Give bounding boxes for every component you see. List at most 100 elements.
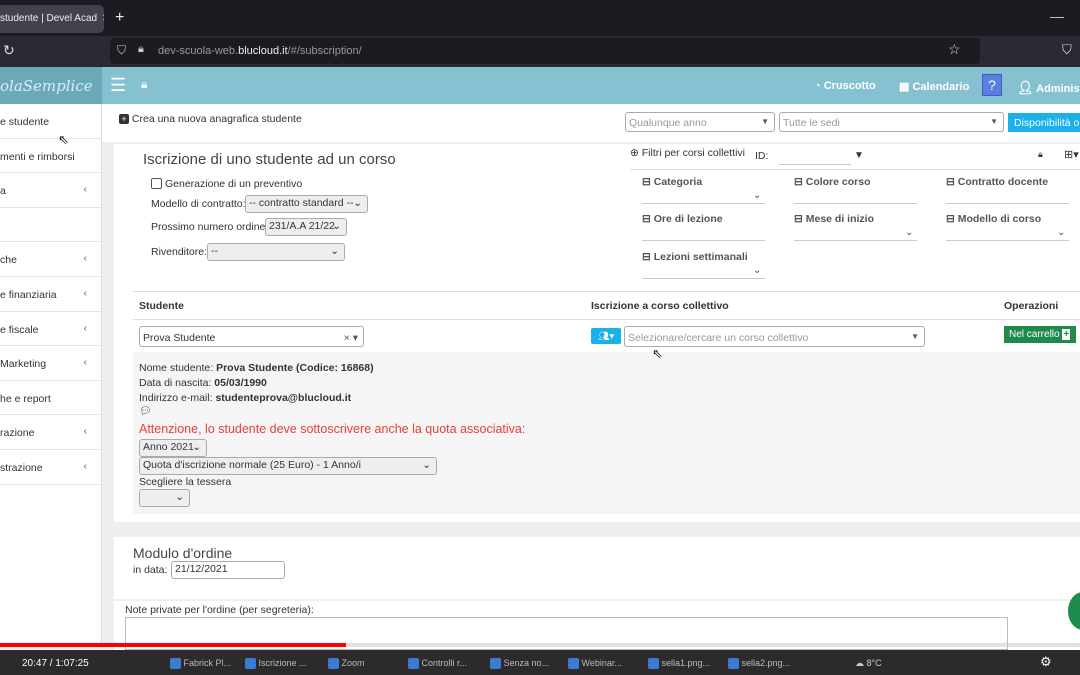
calendar-link[interactable]: ▦ Calendario (899, 80, 969, 93)
sidebar-item-label: e fiscale (0, 323, 39, 336)
taskbar-item[interactable]: Iscrizione ... (245, 658, 307, 670)
filter-5[interactable]: ⊟ Modello di corso (946, 213, 1041, 225)
sidebar-item[interactable] (0, 208, 101, 243)
divider (133, 291, 1080, 292)
new-tab-button[interactable]: + (115, 9, 124, 27)
column-student: Studente (139, 300, 184, 312)
taskbar-item[interactable]: sella1.png... (648, 658, 710, 670)
add-menu-icon[interactable]: ⊞▾ (1064, 148, 1079, 161)
help-button[interactable]: ? (982, 74, 1002, 96)
sidebar-item[interactable]: Marketing ‹ (0, 346, 101, 381)
order-number-select[interactable]: 231/A.A 21/22 ⌄ (265, 218, 347, 236)
sidebar-item[interactable]: menti e rimborsi (0, 139, 101, 174)
user-icon: 👤︎ (1017, 80, 1034, 95)
close-tab-icon[interactable]: ✕ (102, 13, 104, 24)
filter-input[interactable] (642, 278, 765, 279)
sidebar-item-label: a (0, 185, 6, 198)
filter-0[interactable]: ⊟ Categoria (642, 176, 702, 188)
collapse-icon: ⊟ (794, 213, 803, 225)
sidebar-item[interactable]: razione ‹ (0, 415, 101, 450)
taskbar: 20:47 / 1:07:25 ☁ 8°C ⚙ Fabrick Pl... Is… (0, 650, 1080, 675)
lock-icon[interactable]: 🔒︎ (1038, 149, 1043, 160)
lock-icon[interactable]: 🔒︎ (141, 77, 147, 92)
divider (630, 169, 1080, 170)
sidebar-item[interactable]: e finanziaria ‹ (0, 277, 101, 312)
filter-4[interactable]: ⊟ Mese di inizio (794, 213, 874, 225)
mouse-cursor-icon: ⇖ (58, 132, 69, 147)
sidebar-item[interactable]: che ‹ (0, 242, 101, 277)
reseller-select[interactable]: -- ⌄ (207, 243, 345, 261)
filter-3[interactable]: ⊟ Ore di lezione (642, 213, 723, 225)
collective-filters-toggle[interactable]: ⊕ Filtri per corsi collettivi (630, 147, 745, 159)
membership-fee-select[interactable]: Quota d'iscrizione normale (25 Euro) - 1… (139, 457, 437, 475)
lock-icon[interactable]: 🔒︎ (138, 43, 144, 56)
year-filter-select[interactable]: Qualunque anno ▼ (625, 112, 775, 132)
column-course: Iscrizione a corso collettivo (591, 300, 729, 312)
taskbar-item[interactable]: Webinar... (568, 658, 622, 670)
chevron-down-icon[interactable]: ⌄ (753, 190, 761, 201)
filter-input[interactable] (794, 203, 917, 204)
reload-icon[interactable]: ↻ (3, 42, 15, 59)
filter-1[interactable]: ⊟ Colore corso (794, 176, 871, 188)
shield-icon[interactable]: ⛉ (117, 43, 126, 58)
settings-gear-icon[interactable]: ⚙ (1040, 654, 1052, 670)
filter-6[interactable]: ⊟ Lezioni settimanali (642, 251, 748, 263)
student-email: studenteprova@blucloud.it (215, 392, 352, 404)
chevron-left-icon: ‹ (83, 356, 88, 369)
app-logo[interactable]: olaSemplice (0, 67, 102, 104)
taskbar-item[interactable]: Controlli r... (408, 658, 467, 670)
sidebar-item[interactable]: strazione ‹ (0, 450, 101, 485)
filter-input[interactable] (642, 203, 765, 204)
filter-icon[interactable]: ▼ (854, 150, 864, 161)
membership-warning: Attenzione, lo studente deve sottoscrive… (139, 422, 526, 436)
browser-tab[interactable]: studente | Devel Acad ✕ (0, 5, 104, 33)
taskbar-item[interactable]: sella2.png... (728, 658, 790, 670)
sidebar-item-label: e finanziaria (0, 288, 57, 301)
plus-circle-icon: ⊕ (630, 147, 639, 159)
chevron-down-icon[interactable]: ⌄ (905, 227, 913, 238)
course-search-select[interactable]: Selezionare/cercare un corso collettivo ▼ (624, 326, 925, 347)
collapse-icon: ⊟ (642, 213, 651, 225)
filter-input[interactable] (946, 203, 1069, 204)
tab-title: studente | Devel Acad (0, 13, 98, 24)
sites-filter-select[interactable]: Tutte le sedi ▼ (779, 112, 1004, 132)
order-date-input[interactable]: 21/12/2021 (171, 561, 285, 579)
sidebar: e studente menti e rimborsi a ‹ che ‹ e finanz… (0, 104, 102, 645)
chevron-left-icon: ‹ (83, 252, 88, 265)
filter-2[interactable]: ⊟ Contratto docente (946, 176, 1048, 188)
comment-icon[interactable]: 💬︎ (139, 406, 152, 417)
sidebar-item-label: he e report (0, 392, 51, 405)
sidebar-item[interactable]: e studente (0, 104, 101, 139)
bookmark-star-icon[interactable]: ☆ (948, 41, 961, 58)
chevron-down-icon[interactable]: ⌄ (1057, 227, 1065, 238)
sidebar-item[interactable]: he e report (0, 381, 101, 416)
availability-button[interactable]: Disponibilità o (1008, 113, 1080, 132)
chevron-down-icon[interactable]: ⌄ (753, 265, 761, 276)
minimize-icon[interactable]: — (1050, 8, 1064, 24)
taskbar-item[interactable]: Fabrick Pl... (170, 658, 231, 670)
filter-input[interactable] (946, 240, 1069, 241)
new-student-link[interactable]: + Crea una nuova anagrafica studente (119, 113, 302, 125)
address-bar[interactable]: dev-scuola-web.blucloud.it/#/subscriptio… (110, 38, 980, 64)
filter-input[interactable] (642, 240, 765, 241)
video-progress-bar[interactable] (0, 643, 1080, 647)
course-type-button[interactable]: 👥︎▾ (591, 328, 621, 344)
quote-checkbox[interactable] (151, 178, 162, 189)
sidebar-item-label: razione (0, 427, 35, 440)
dashboard-link[interactable]: ◔ Cruscotto (814, 80, 876, 92)
membership-year-select[interactable]: Anno 2021 ⌄ (139, 439, 207, 457)
add-to-cart-button[interactable]: Nel carrello + (1004, 326, 1076, 343)
user-menu[interactable]: 👤︎ Administ (1017, 80, 1080, 96)
card-select[interactable]: ⌄ (139, 489, 190, 507)
calendar-icon: ▦ (899, 81, 910, 93)
pocket-icon[interactable]: ⛉ (1062, 42, 1072, 58)
menu-toggle-icon[interactable]: ☰ (110, 75, 126, 96)
sidebar-item[interactable]: a ‹ (0, 173, 101, 208)
contract-select[interactable]: -- contratto standard -- ⌄ (245, 195, 368, 213)
taskbar-item[interactable]: Zoom (328, 658, 365, 670)
sidebar-item[interactable]: e fiscale ‹ (0, 312, 101, 347)
filter-input[interactable] (794, 240, 917, 241)
student-select[interactable]: Prova Studente × ▾ (139, 326, 364, 347)
id-input[interactable] (779, 164, 851, 165)
taskbar-item[interactable]: Senza no... (490, 658, 549, 670)
